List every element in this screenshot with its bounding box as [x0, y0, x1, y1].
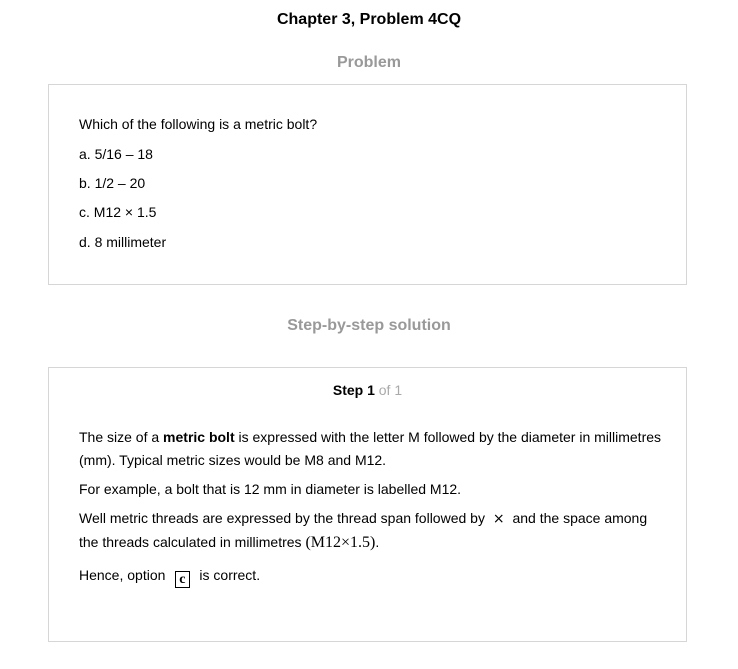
step-number: Step 1 — [332, 382, 375, 398]
answer-box: c — [175, 571, 190, 588]
para3-period: . — [375, 534, 380, 550]
solution-paragraph-3: Well metric threads are expressed by the… — [79, 507, 669, 554]
times-symbol: × — [492, 511, 505, 527]
step-indicator: Step 1 of 1 — [49, 382, 686, 398]
solution-paragraph-4: Hence, option c is correct. — [79, 564, 669, 588]
solution-paragraph-2: For example, a bolt that is 12 mm in dia… — [79, 481, 462, 497]
option-a: a. 5/16 – 18 — [79, 146, 153, 162]
option-d: d. 8 millimeter — [79, 234, 167, 250]
para3-text-start: Well metric threads are expressed by the… — [79, 510, 489, 526]
step-total: of 1 — [378, 382, 403, 398]
problem-heading: Problem — [336, 54, 401, 71]
problem-panel: Which of the following is a metric bolt?… — [48, 84, 687, 285]
option-c: c. M12 × 1.5 — [79, 204, 157, 220]
para4-text-start: Hence, option — [79, 567, 170, 583]
thread-notation-math: (M12×1.5) — [305, 534, 376, 551]
page-title: Chapter 3, Problem 4CQ — [276, 11, 462, 28]
solution-heading: Step-by-step solution — [287, 317, 451, 334]
solution-panel: Step 1 of 1 The size of a metric bolt is… — [48, 367, 687, 642]
option-b: b. 1/2 – 20 — [79, 175, 146, 191]
problem-question: Which of the following is a metric bolt? — [79, 116, 318, 132]
para4-text-end: is correct. — [195, 567, 261, 583]
para1-bold-term: metric bolt — [163, 429, 235, 445]
para1-text-start: The size of a — [79, 429, 164, 445]
solution-paragraph-1: The size of a metric bolt is expressed w… — [79, 426, 669, 472]
